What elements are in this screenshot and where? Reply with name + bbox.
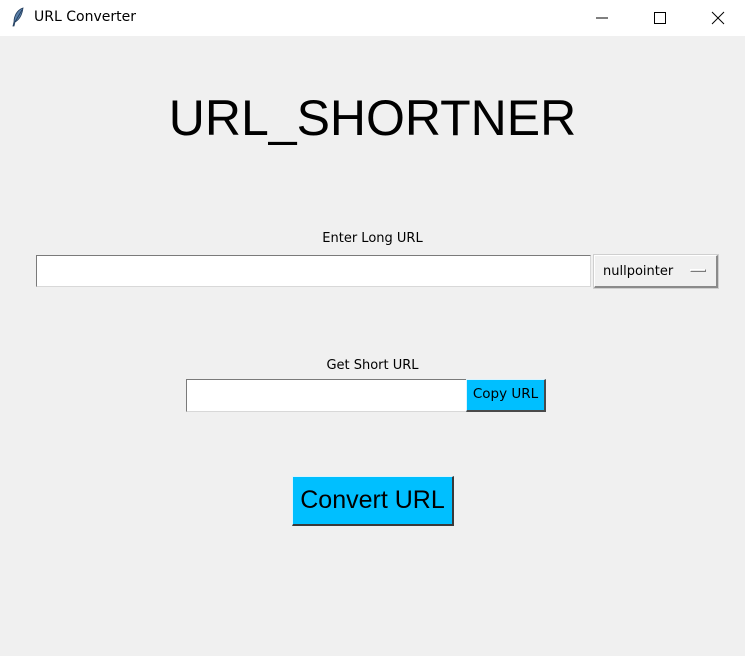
- long-url-input[interactable]: [36, 255, 591, 287]
- close-icon: [711, 11, 725, 25]
- maximize-icon: [654, 12, 666, 24]
- short-url-label: Get Short URL: [326, 358, 419, 373]
- feather-icon: [11, 7, 25, 27]
- short-url-output[interactable]: [186, 379, 467, 412]
- page-title: URL_SHORTNER: [168, 90, 577, 146]
- close-button[interactable]: [689, 0, 745, 36]
- dropdown-indicator-icon: [690, 269, 706, 272]
- service-dropdown[interactable]: nullpointer: [593, 254, 719, 289]
- copy-url-button[interactable]: Copy URL: [466, 379, 546, 412]
- minimize-icon: [596, 17, 608, 19]
- window-title: URL Converter: [34, 9, 136, 25]
- service-dropdown-value: nullpointer: [603, 264, 674, 279]
- long-url-label: Enter Long URL: [322, 231, 423, 246]
- maximize-button[interactable]: [631, 0, 689, 36]
- title-bar: URL Converter: [0, 0, 745, 36]
- convert-url-button[interactable]: Convert URL: [292, 476, 454, 526]
- minimize-button[interactable]: [573, 0, 631, 36]
